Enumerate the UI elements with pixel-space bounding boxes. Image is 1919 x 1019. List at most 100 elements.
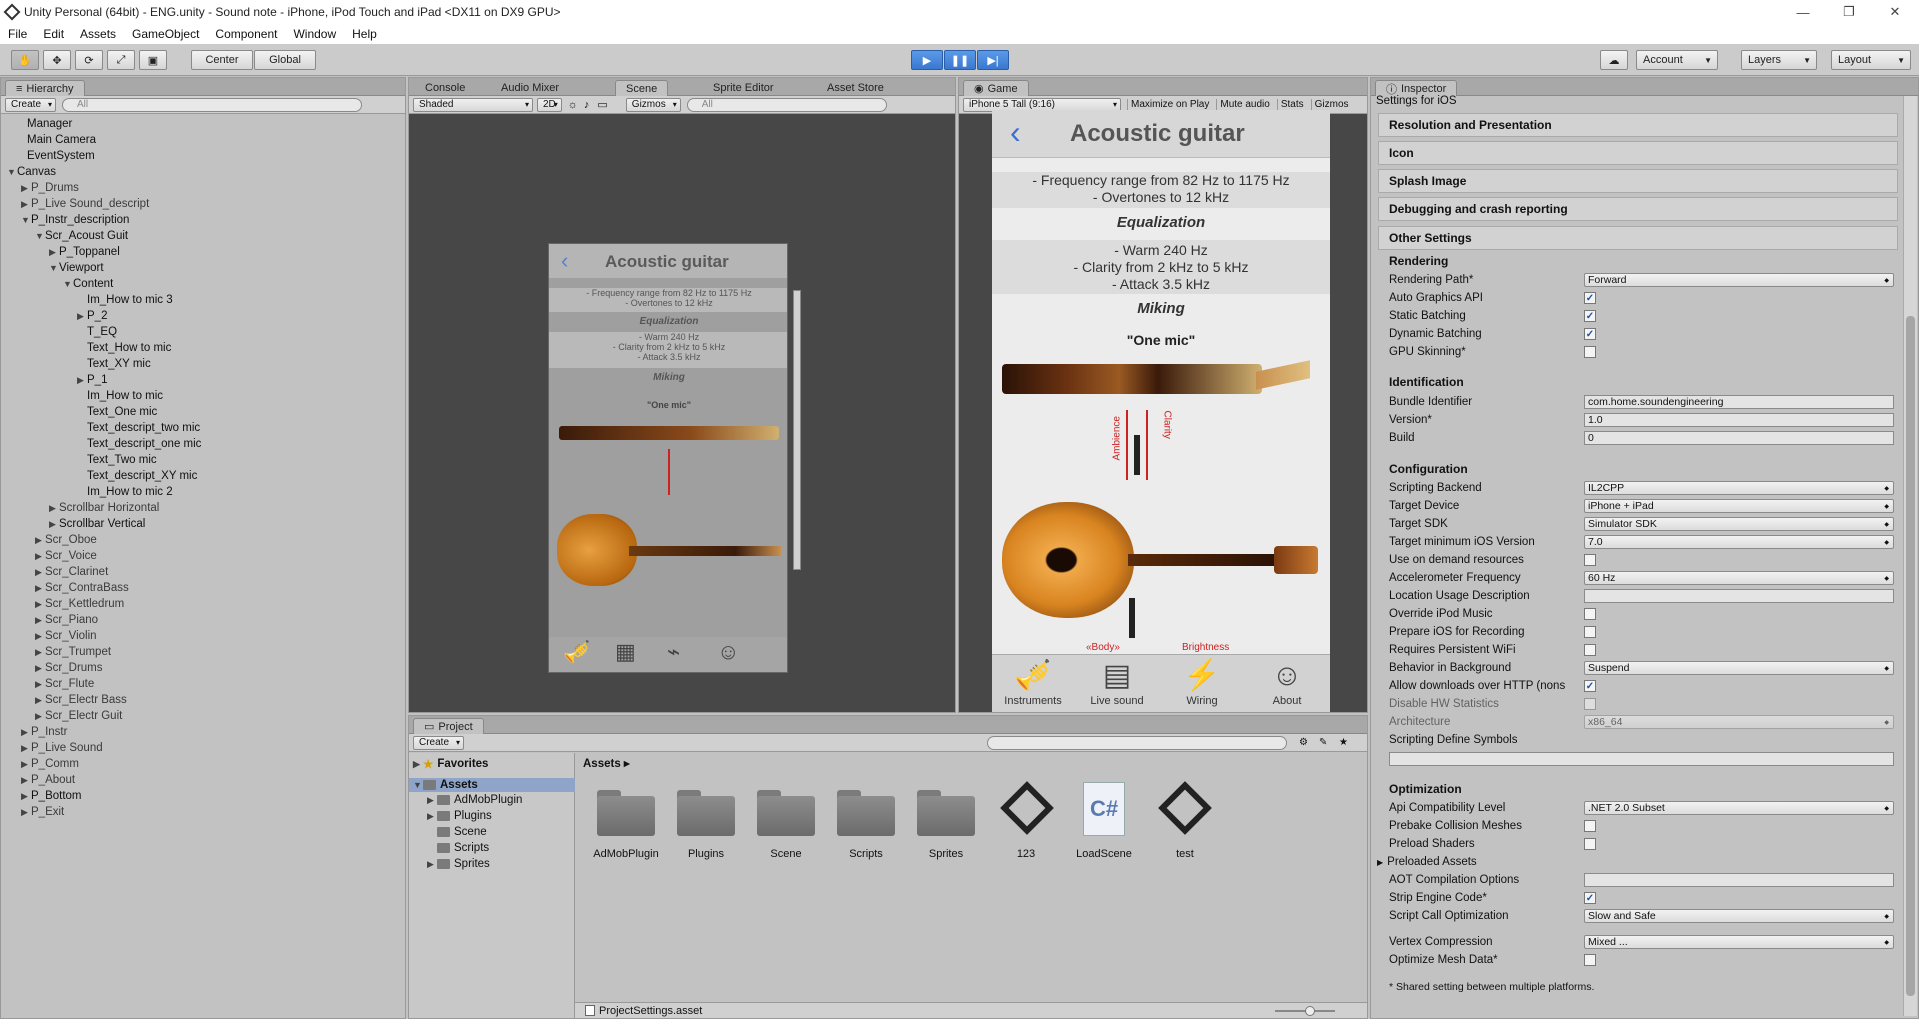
menu-file[interactable]: File [0, 27, 35, 41]
asset-folder-plugins[interactable] [677, 788, 735, 836]
hierarchy-item[interactable]: ▶ Scr_Flute [35, 676, 94, 692]
collapsed-arrow-icon[interactable]: ▶ [21, 759, 31, 770]
hierarchy-item[interactable]: Text_Two mic [77, 452, 157, 468]
hierarchy-item[interactable]: ▶ Scr_Piano [35, 612, 98, 628]
maximize-icon[interactable]: ❐ [1826, 0, 1872, 24]
collapsed-arrow-icon[interactable]: ▶ [21, 743, 31, 754]
back-icon[interactable]: ‹ [1010, 114, 1021, 151]
min-ios-dropdown[interactable]: 7.0 [1584, 535, 1894, 549]
collapsed-arrow-icon[interactable]: ▶ [35, 583, 45, 594]
hierarchy-item[interactable]: ▶ P_Live Sound_descript [21, 196, 149, 212]
hierarchy-item[interactable]: ▶ P_Exit [21, 804, 64, 820]
tab-sprite-editor[interactable]: Sprite Editor [703, 80, 784, 96]
collapsed-arrow-icon[interactable]: ▶ [35, 551, 45, 562]
hierarchy-item[interactable]: ▶ Scr_Oboe [35, 532, 97, 548]
favorites-item[interactable]: ▶ ★ Favorites [413, 757, 488, 771]
sidebar-folder-plugins[interactable]: ▶ Plugins [427, 810, 492, 822]
collapsed-arrow-icon[interactable]: ▶ [21, 199, 31, 210]
target-device-dropdown[interactable]: iPhone + iPad [1584, 499, 1894, 513]
close-icon[interactable]: ✕ [1872, 0, 1918, 24]
collapsed-arrow-icon[interactable]: ▶ [49, 519, 59, 530]
collapsed-arrow-icon[interactable]: ▶ [35, 679, 45, 690]
define-symbols-input[interactable] [1389, 752, 1894, 766]
scripting-backend-dropdown[interactable]: IL2CPP [1584, 481, 1894, 495]
tab-console[interactable]: Console [415, 80, 475, 96]
hierarchy-item[interactable]: Text_descript_one mic [77, 436, 201, 452]
assets-item[interactable]: ▼ Assets [409, 778, 575, 792]
play-icon[interactable]: ▶ [911, 50, 943, 70]
nav-instruments[interactable]: 🎺 Instruments [996, 657, 1070, 707]
stats-toggle[interactable]: Stats [1276, 99, 1307, 110]
menu-window[interactable]: Window [285, 27, 344, 41]
nav-live-sound[interactable]: ▤ Live sound [1080, 657, 1154, 707]
zoom-slider[interactable] [1275, 1005, 1335, 1016]
collapsed-arrow-icon[interactable]: ▶ [21, 727, 31, 738]
mode-2d-toggle[interactable]: 2D [537, 97, 562, 112]
hierarchy-item[interactable]: ▶ P_Toppanel [49, 244, 120, 260]
collapsed-arrow-icon[interactable]: ▶ [35, 711, 45, 722]
scale-tool-icon[interactable]: ⤢ [107, 50, 135, 70]
bundle-identifier-input[interactable]: com.home.soundengineering [1584, 395, 1894, 409]
collapsed-arrow-icon[interactable]: ▶ [49, 503, 59, 514]
sidebar-folder-sprites[interactable]: ▶ Sprites [427, 858, 490, 870]
hierarchy-item[interactable]: ▶ Scrollbar Horizontal [49, 500, 159, 516]
aot-input[interactable] [1584, 873, 1894, 887]
expanded-arrow-icon[interactable]: ▼ [63, 279, 73, 289]
prepare-recording-checkbox[interactable] [1584, 626, 1596, 638]
collapsed-arrow-icon[interactable]: ▶ [35, 535, 45, 546]
location-input[interactable] [1584, 589, 1894, 603]
audio-icon[interactable]: ♪ [584, 99, 590, 111]
tab-inspector[interactable]: ⓘ Inspector [1375, 80, 1458, 96]
asset-folder-sprites[interactable] [917, 788, 975, 836]
collapsed-arrow-icon[interactable]: ▶ [35, 695, 45, 706]
dynamic-batching-checkbox[interactable]: ✓ [1584, 328, 1596, 340]
hierarchy-item[interactable]: ▶ Scr_Electr Guit [35, 708, 122, 724]
collapsed-arrow-icon[interactable]: ▶ [49, 247, 59, 258]
shading-dropdown[interactable]: Shaded [413, 97, 533, 112]
filter-type-icon[interactable]: ⚙ [1299, 737, 1308, 748]
hierarchy-item[interactable]: ▶ P_Live Sound [21, 740, 103, 756]
tab-hierarchy[interactable]: ≡ Hierarchy [5, 80, 85, 96]
maximize-on-play-toggle[interactable]: Maximize on Play [1127, 99, 1212, 110]
call-opt-dropdown[interactable]: Slow and Safe [1584, 909, 1894, 923]
hierarchy-create-dropdown[interactable]: Create [5, 97, 57, 112]
hierarchy-item[interactable]: Text_How to mic [77, 340, 171, 356]
hierarchy-item[interactable]: ▶ P_About [21, 772, 75, 788]
version-input[interactable]: 1.0 [1584, 413, 1894, 427]
hierarchy-item[interactable]: ▼ Viewport [49, 260, 104, 276]
gizmos-dropdown[interactable]: Gizmos [625, 97, 681, 112]
hand-tool-icon[interactable]: ✋ [11, 50, 39, 70]
section-icon[interactable]: Icon [1378, 141, 1898, 165]
hierarchy-item[interactable]: Im_How to mic 2 [77, 484, 173, 500]
hierarchy-item[interactable]: ▶ Scr_Electr Bass [35, 692, 127, 708]
on-demand-checkbox[interactable] [1584, 554, 1596, 566]
section-splash[interactable]: Splash Image [1378, 169, 1898, 193]
hierarchy-item[interactable]: Text_descript_XY mic [77, 468, 197, 484]
persistent-wifi-checkbox[interactable] [1584, 644, 1596, 656]
rendering-path-dropdown[interactable]: Forward [1584, 273, 1894, 287]
collapsed-arrow-icon[interactable]: ▶ [35, 631, 45, 642]
hierarchy-item[interactable]: ▶ P_Drums [21, 180, 79, 196]
hierarchy-item[interactable]: ▼ P_Instr_description [21, 212, 129, 228]
hierarchy-item[interactable]: Text_descript_two mic [77, 420, 200, 436]
gpu-skinning-checkbox[interactable] [1584, 346, 1596, 358]
sidebar-folder-scripts[interactable]: Scripts [437, 842, 489, 854]
layers-dropdown[interactable]: Layers ▼ [1741, 50, 1817, 70]
collapsed-arrow-icon[interactable]: ▶ [77, 311, 87, 322]
asset-folder-admob[interactable] [597, 788, 655, 836]
target-sdk-dropdown[interactable]: Simulator SDK [1584, 517, 1894, 531]
csharp-script-icon[interactable]: C# [1083, 782, 1125, 836]
step-icon[interactable]: ▶| [977, 50, 1009, 70]
minimize-icon[interactable]: — [1780, 0, 1826, 24]
expanded-arrow-icon[interactable]: ▼ [21, 215, 31, 225]
project-search-input[interactable] [987, 735, 1287, 750]
account-dropdown[interactable]: Account ▼ [1636, 50, 1718, 70]
section-debugging[interactable]: Debugging and crash reporting [1378, 197, 1898, 221]
hierarchy-item[interactable]: ▶ Scr_Clarinet [35, 564, 108, 580]
hierarchy-item[interactable]: ▶ P_Bottom [21, 788, 82, 804]
hierarchy-item[interactable]: ▶ P_2 [77, 308, 107, 324]
favorite-star-icon[interactable]: ★ [1339, 737, 1348, 748]
collapsed-arrow-icon[interactable]: ▶ [35, 663, 45, 674]
menu-edit[interactable]: Edit [35, 27, 72, 41]
nav-about[interactable]: ☺ About [1250, 657, 1324, 707]
